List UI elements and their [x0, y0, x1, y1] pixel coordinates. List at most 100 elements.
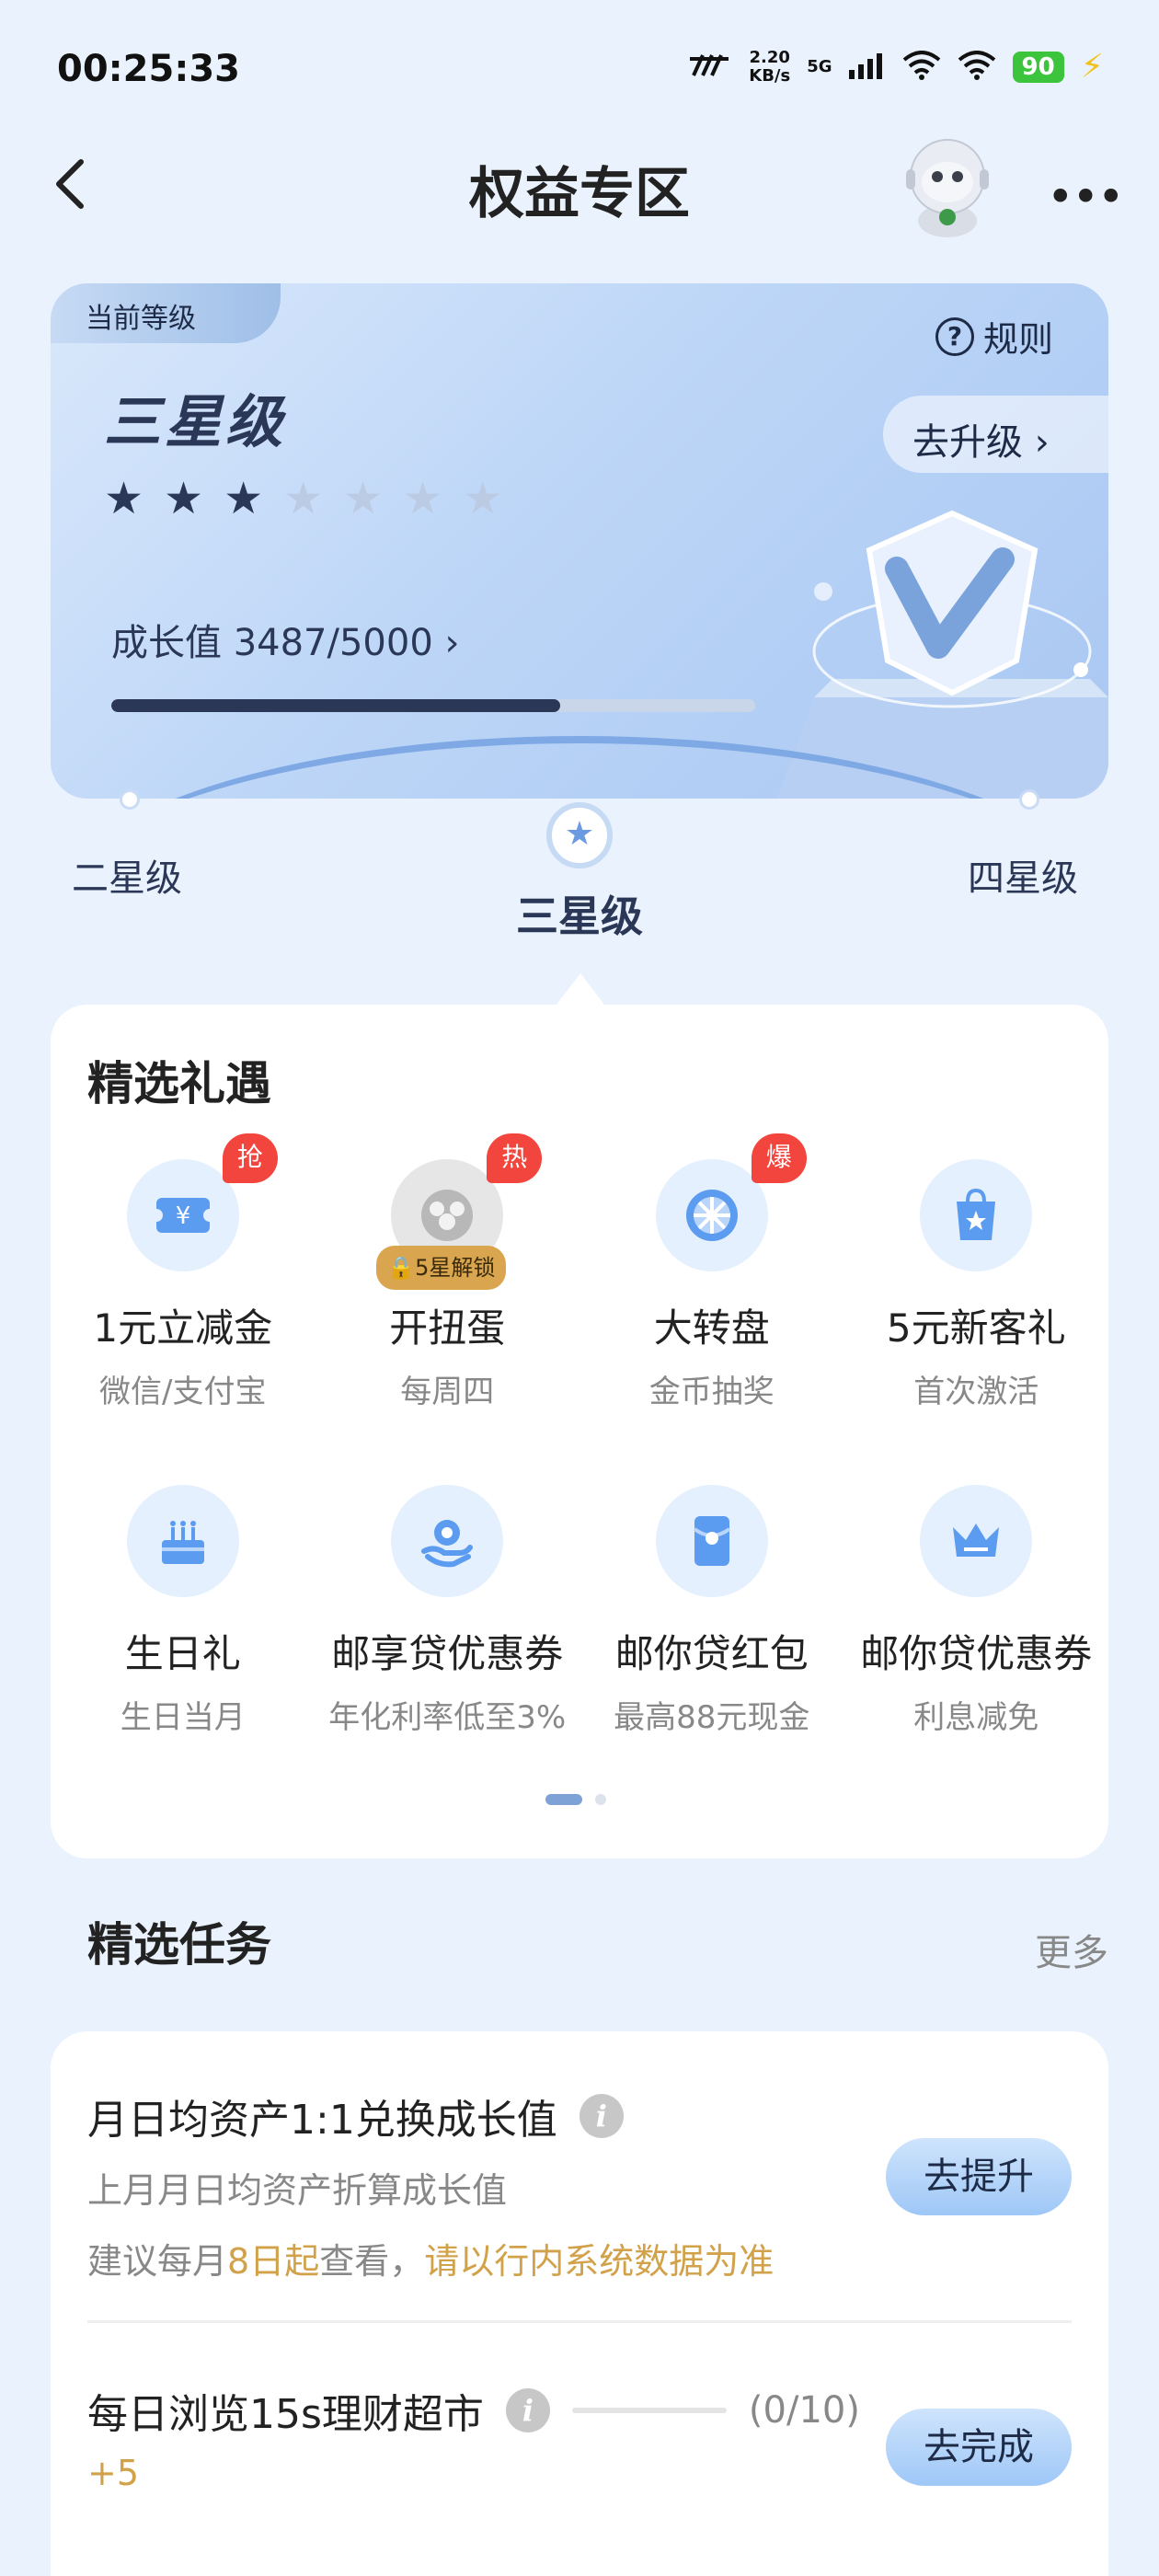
rules-link[interactable]: ? 规则 [935, 311, 1053, 362]
star-filled-icon: ★ [224, 473, 264, 524]
gift-badge: 爆 [751, 1133, 807, 1183]
gift-icon-wrap [391, 1485, 504, 1597]
gift-desc: 每周四 [400, 1374, 495, 1410]
gift-badge: 抢 [222, 1133, 278, 1183]
pager-dot-active [545, 1794, 582, 1805]
gift-item-wheel[interactable]: 爆 大转盘 金币抽奖 [580, 1133, 844, 1411]
gift-desc: 金币抽奖 [648, 1374, 775, 1410]
task-title-text: 月日均资产1:1兑换成长值 [87, 2097, 557, 2144]
gift-name: 5元新客礼 [886, 1305, 1066, 1351]
wheel-icon [685, 1190, 738, 1241]
gifts-title: 精选礼遇 [87, 1057, 271, 1110]
task-boost-button[interactable]: 去提升 [886, 2138, 1072, 2215]
gift-name: 生日礼 [124, 1631, 241, 1676]
gift-icon-wrap [126, 1485, 239, 1597]
signal-icon [848, 52, 886, 83]
growth-progress-bar [111, 699, 755, 712]
star-filled-icon: ★ [164, 473, 204, 524]
more-dots-icon[interactable]: ••• [1047, 170, 1124, 224]
robot-mascot-avatar[interactable] [897, 129, 998, 239]
loan-icon [421, 1520, 474, 1568]
task-item-browse: 每日浏览15s理财超市 i (0/10) +5 去完成 [87, 2381, 1072, 2493]
gift-item-new-customer[interactable]: 5元新客礼 首次激活 [844, 1159, 1109, 1411]
gift-item-coupon[interactable]: ¥ 抢 1元立减金 微信/支付宝 [51, 1133, 316, 1411]
task-complete-button[interactable]: 去完成 [886, 2409, 1072, 2486]
question-icon: ? [935, 316, 974, 356]
star-empty-icon: ★ [463, 473, 503, 524]
star-empty-icon: ★ [283, 473, 324, 524]
current-level-tag: 当前等级 [51, 283, 281, 343]
task-progress-bar [571, 2408, 727, 2413]
gift-desc: 年化利率低至3% [328, 1699, 567, 1736]
gift-item-gashapon[interactable]: 热 🔒5星解锁 开扭蛋 每周四 [316, 1133, 580, 1411]
pager-dot [595, 1794, 606, 1805]
tasks-title: 精选任务 [87, 1918, 271, 1972]
gift-icon-wrap: 热 🔒5星解锁 [376, 1133, 543, 1290]
gift-item-birthday[interactable]: 生日礼 生日当月 [51, 1485, 316, 1737]
gift-desc: 最高88元现金 [614, 1699, 810, 1736]
level-card: 当前等级 ? 规则 去升级 › 三星级 ★ ★ ★ ★ ★ ★ ★ 成长值 3487/500… [51, 283, 1108, 799]
gift-name: 开扭蛋 [389, 1305, 506, 1351]
network-speed: 2.20 KB/s [749, 47, 790, 86]
level-arc-dot [120, 789, 140, 810]
rules-label: 规则 [982, 319, 1053, 360]
level-stars: ★ ★ ★ ★ ★ ★ ★ [104, 477, 502, 521]
header: 权益专区 ••• [0, 129, 1159, 239]
level-next[interactable]: 四星级 [968, 848, 1078, 902]
gift-item-interest-coupon[interactable]: 邮你贷优惠券 利息减免 [844, 1485, 1109, 1737]
gift-icon-wrap [920, 1485, 1033, 1597]
gift-desc: 生日当月 [120, 1699, 246, 1736]
task-hint: 建议每月8日起查看，请以行内系统数据为准 [87, 2233, 1072, 2283]
status-icons: 2.20 KB/s 5G 90 ⚡ [688, 48, 1104, 86]
star-empty-icon: ★ [403, 473, 443, 524]
gift-grid: ¥ 抢 1元立减金 微信/支付宝 热 🔒5星解锁 开扭蛋 每周四 爆 大转盘 金… [51, 1133, 1109, 1737]
task-divider [87, 2320, 1072, 2323]
task-progress-count: (0/10) [748, 2389, 860, 2432]
gift-name: 1元立减金 [93, 1305, 273, 1351]
battery-icon: 90 [1012, 51, 1064, 83]
current-level-marker-icon: ★ [546, 802, 613, 868]
gift-desc: 微信/支付宝 [99, 1374, 267, 1410]
gifts-pager [545, 1794, 606, 1805]
gift-badge: 热 [487, 1133, 543, 1183]
speed-value: 2.20 [749, 47, 790, 67]
lock-badge: 🔒5星解锁 [376, 1246, 507, 1290]
svg-text:¥: ¥ [175, 1202, 190, 1230]
gifts-panel: 精选礼遇 ¥ 抢 1元立减金 微信/支付宝 热 🔒5星解锁 开扭蛋 每周四 爆 [51, 1005, 1108, 1858]
info-icon[interactable]: i [505, 2388, 550, 2432]
growth-value-link[interactable]: 成长值 3487/5000 › [111, 613, 460, 666]
charging-icon: ⚡ [1080, 48, 1104, 86]
task-title: 月日均资产1:1兑换成长值 i [87, 2087, 1072, 2145]
shield-badge-illustration [759, 495, 1108, 799]
gift-bag-icon [957, 1188, 996, 1240]
level-arc-dot [1019, 789, 1039, 810]
task-title-text: 每日浏览15s理财超市 [87, 2391, 484, 2438]
gift-item-loan-coupon[interactable]: 邮享贷优惠券 年化利率低至3% [316, 1485, 580, 1737]
star-empty-icon: ★ [343, 473, 384, 524]
gift-name: 邮享贷优惠券 [331, 1631, 564, 1676]
star-filled-icon: ★ [104, 473, 144, 524]
gift-name: 邮你贷优惠券 [860, 1631, 1093, 1676]
gift-icon-wrap: ¥ 抢 [126, 1133, 278, 1271]
info-icon[interactable]: i [579, 2094, 624, 2138]
task-hint-middle: 查看， [319, 2241, 425, 2282]
upgrade-button[interactable]: 去升级 › [883, 396, 1108, 473]
crown-icon [953, 1524, 1000, 1557]
growth-progress-fill [111, 699, 561, 712]
status-bar: 00:25:33 2.20 KB/s 5G 90 ⚡ [0, 0, 1159, 138]
gift-name: 邮你贷红包 [614, 1631, 809, 1676]
status-time: 00:25:33 [57, 48, 240, 90]
gashapon-icon [421, 1190, 474, 1241]
red-packet-icon [693, 1516, 730, 1566]
gift-item-red-packet[interactable]: 邮你贷红包 最高88元现金 [580, 1485, 844, 1737]
level-pointer [557, 973, 604, 1005]
tasks-panel: 月日均资产1:1兑换成长值 i 上月月日均资产折算成长值 建议每月8日起查看，请… [51, 2031, 1108, 2576]
task-hint-date: 8日起 [227, 2241, 320, 2282]
network-logo-icon [688, 52, 732, 83]
tasks-more-link[interactable]: 更多 [1035, 1923, 1108, 1976]
gift-desc: 首次激活 [913, 1374, 1039, 1410]
task-item-asset: 月日均资产1:1兑换成长值 i 上月月日均资产折算成长值 建议每月8日起查看，请… [87, 2087, 1072, 2283]
task-hint-prefix: 建议每月 [87, 2241, 228, 2282]
wifi-icon [958, 50, 996, 84]
task-hint-note: 请以行内系统数据为准 [424, 2241, 775, 2282]
